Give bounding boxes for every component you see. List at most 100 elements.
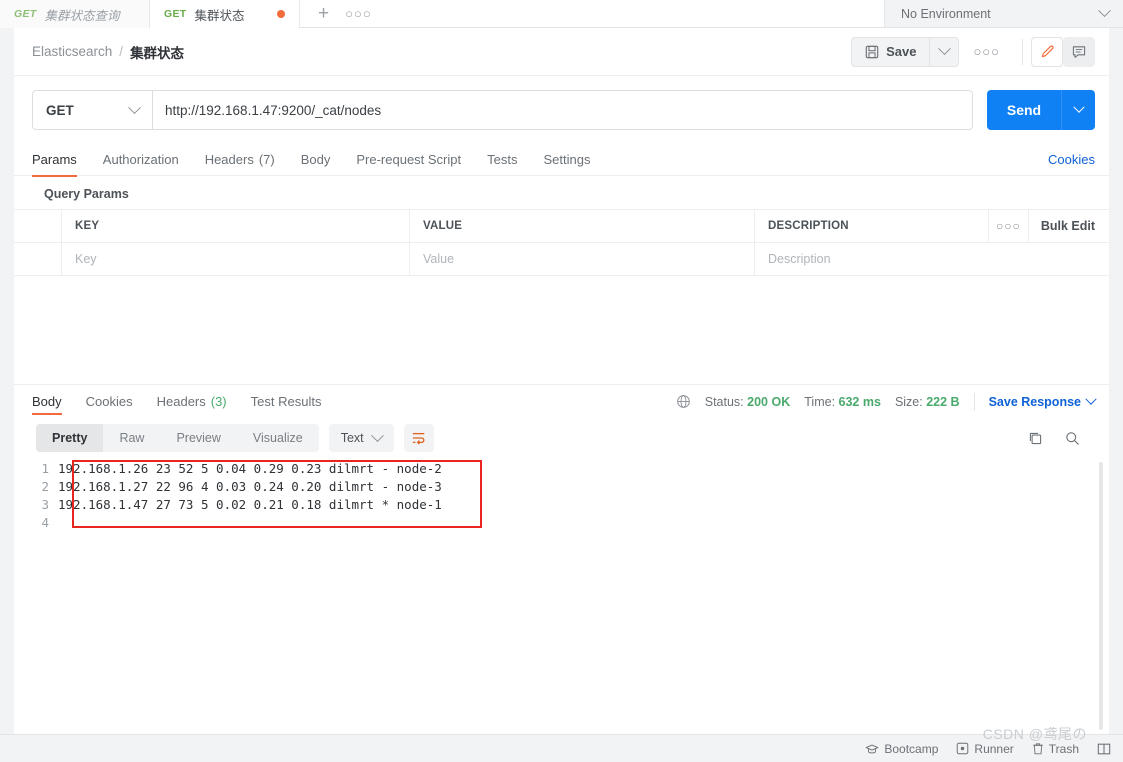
response-tab-body[interactable]: Body [32,385,62,418]
bulk-edit-button[interactable]: Bulk Edit [1027,210,1109,242]
format-pretty-button[interactable]: Pretty [36,424,104,452]
table-header-row: KEY VALUE DESCRIPTION ○○○ Bulk Edit [14,210,1109,243]
comments-button[interactable] [1063,36,1095,67]
meta-divider [973,392,975,411]
table-row: Key Value Description [14,243,1109,276]
postman-window: GET 集群状态查询 GET 集群状态 + ○○○ No Environment… [0,0,1123,762]
response-tab-cookies[interactable]: Cookies [86,385,133,418]
trash-icon [1032,743,1043,755]
tab-headers-label: Headers [204,152,254,167]
tab-title-label: 集群状态 [194,8,245,23]
save-options-button[interactable] [929,36,960,67]
line-number: 4 [41,515,49,530]
tab-authorization[interactable]: Authorization [103,144,179,176]
tab-body[interactable]: Body [301,144,331,176]
word-wrap-button[interactable] [403,424,434,452]
bootcamp-label: Bootcamp [884,741,939,756]
breadcrumb-collection[interactable]: Elasticsearch [32,44,112,59]
layout-toggle-button[interactable] [1097,742,1111,756]
response-tab-headers[interactable]: Headers (3) [157,385,227,418]
tab-title-label: 集群状态查询 [44,8,120,23]
two-pane-layout-icon [1097,743,1111,754]
http-method-selector[interactable]: GET [32,90,152,130]
pencil-icon [1041,45,1054,58]
params-more-options-icon[interactable]: ○○○ [987,210,1028,242]
query-params-title: Query Params [44,187,129,201]
word-wrap-icon [412,432,425,445]
save-response-label: Save Response [988,394,1081,409]
response-body-text: 192.168.1.26 23 52 5 0.04 0.29 0.23 dilm… [58,460,442,532]
row-checkbox-cell[interactable] [14,243,62,275]
tab-headers[interactable]: Headers (7) [205,144,275,176]
response-tab-test-results[interactable]: Test Results [251,385,322,418]
params-empty-space [14,276,1109,384]
content-type-selector[interactable]: Text [328,424,394,452]
response-line: 192.168.1.26 23 52 5 0.04 0.29 0.23 dilm… [58,461,442,476]
size-value: 222 B [926,394,960,409]
chevron-down-icon [1098,4,1111,18]
response-body-viewer: 1 2 3 4 192.168.1.26 23 52 5 0.04 0.29 0… [14,460,1109,730]
tab-bar-filler [389,0,885,27]
url-input[interactable]: http://192.168.1.47:9200/_cat/nodes [152,90,973,130]
save-response-button[interactable]: Save Response [988,393,1097,409]
environment-label: No Environment [901,6,991,21]
chevron-down-icon [938,42,951,56]
tab-actions: + ○○○ [300,0,390,27]
http-method-label: GET [46,102,74,118]
comment-icon [1072,45,1086,58]
search-icon[interactable] [1064,430,1081,447]
cookies-link[interactable]: Cookies [1048,152,1095,167]
trash-button[interactable]: Trash [1032,742,1079,756]
chevron-down-icon [1072,101,1085,113]
send-button[interactable]: Send [987,90,1061,130]
runner-button[interactable]: Runner [956,741,1014,756]
format-visualize-button[interactable]: Visualize [237,424,319,452]
line-number: 3 [41,497,49,512]
tab-pre-request-script[interactable]: Pre-request Script [356,144,461,176]
param-value-input[interactable]: Value [410,243,755,275]
request-more-options-icon[interactable]: ○○○ [959,44,1014,59]
tab-headers-count: (7) [258,152,275,167]
chevron-down-icon [128,100,141,114]
format-preview-button[interactable]: Preview [160,424,236,452]
tab-settings[interactable]: Settings [543,144,590,176]
environment-selector[interactable]: No Environment [885,0,1123,27]
save-button[interactable]: Save [851,36,930,67]
format-raw-button[interactable]: Raw [103,424,160,452]
tab-more-options-icon[interactable]: ○○○ [339,6,378,21]
chevron-down-icon [370,428,384,442]
line-number: 2 [41,479,49,494]
tab-params[interactable]: Params [32,144,77,177]
left-rail [0,28,14,734]
bootcamp-button[interactable]: Bootcamp [865,742,938,756]
column-header-value: VALUE [410,210,755,242]
format-segmented-control: Pretty Raw Preview Visualize [36,424,319,452]
globe-icon [676,395,690,408]
breadcrumb-separator: / [119,44,124,59]
unsaved-changes-dot [277,10,285,18]
response-line [58,514,442,532]
request-tab-2[interactable]: GET 集群状态 [150,0,300,28]
param-key-input[interactable]: Key [62,243,410,275]
status-label: Status: [704,394,744,409]
new-tab-icon[interactable]: + [312,4,335,23]
tab-pre-request-script-label: Pre-request Script [356,152,462,167]
runner-label: Runner [974,741,1014,756]
copy-icon[interactable] [1027,430,1044,447]
save-button-label: Save [886,44,917,59]
request-tab-1[interactable]: GET 集群状态查询 [0,0,150,28]
tab-body-label: Body [300,152,331,167]
select-all-checkbox-cell[interactable] [14,210,62,242]
breadcrumb-request-name: 集群状态 [130,45,185,61]
bottom-status-bar: Bootcamp Runner Trash [0,734,1123,762]
param-description-input[interactable]: Description [755,243,1109,275]
time-group: Time: 632 ms [804,395,881,409]
status-code-group: Status: 200 OK [705,395,791,409]
column-header-key: KEY [62,210,410,242]
query-params-table: KEY VALUE DESCRIPTION ○○○ Bulk Edit Key … [14,209,1109,276]
edit-request-button[interactable] [1031,36,1063,67]
response-scrollbar[interactable] [1099,462,1103,730]
response-code[interactable]: 1 2 3 4 192.168.1.26 23 52 5 0.04 0.29 0… [14,460,1109,532]
send-options-button[interactable] [1061,90,1095,130]
tab-tests[interactable]: Tests [487,144,517,176]
